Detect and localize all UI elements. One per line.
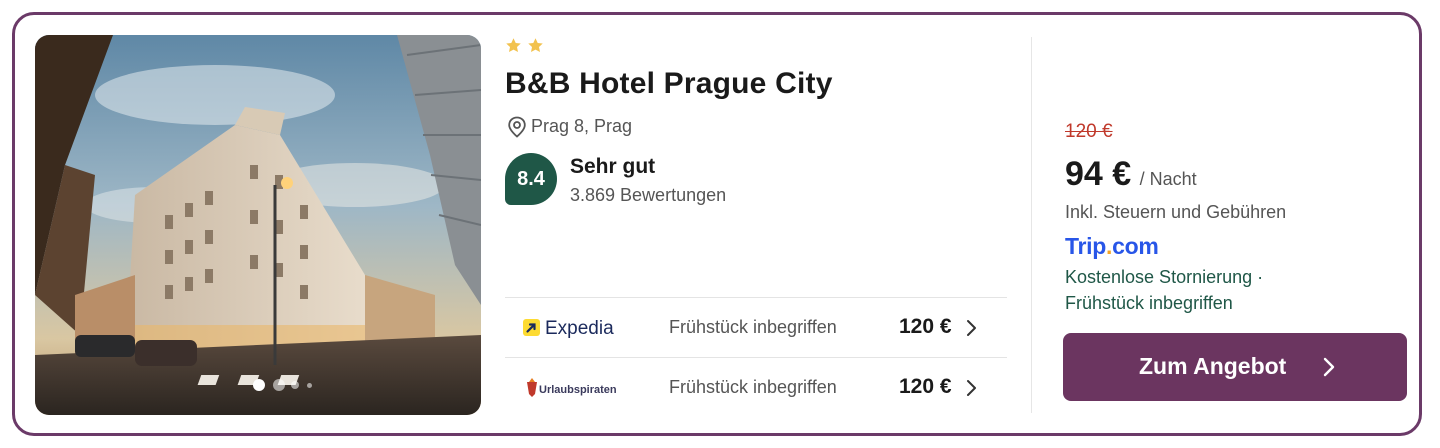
old-price: 120 € <box>1065 121 1113 142</box>
urlaubspiraten-logo-icon: Urlaubspiraten <box>527 378 617 397</box>
expedia-logo-icon: Expedia <box>523 318 614 339</box>
hotel-photo[interactable] <box>35 35 481 415</box>
deal-panel: 120 € 94 € / Nacht Inkl. Steuern und Geb… <box>1063 15 1407 435</box>
location-text: Prag 8, Prag <box>531 116 633 136</box>
view-deal-button[interactable]: Zum Angebot <box>1063 333 1407 401</box>
offer-price: 120 € <box>899 315 952 338</box>
offer-price: 120 € <box>899 375 952 398</box>
expedia-logo: Expedia <box>523 316 633 340</box>
urlaubspiraten-logo-text: Urlaubspiraten <box>539 384 617 396</box>
urlaubspiraten-logo: Urlaubspiraten <box>523 376 633 400</box>
carousel-dot[interactable] <box>291 381 299 389</box>
carousel-dot[interactable] <box>273 379 285 391</box>
star-icon <box>506 38 521 53</box>
column-divider <box>1031 37 1032 413</box>
price-value: 94 € <box>1065 155 1132 193</box>
location-pin-icon <box>508 116 526 138</box>
chevron-right-icon <box>967 320 976 336</box>
carousel-dot-active[interactable] <box>253 379 265 391</box>
hotel-name[interactable]: B&B Hotel Prague City <box>505 67 833 101</box>
carousel-dot[interactable] <box>307 382 312 388</box>
chevron-right-icon <box>1323 357 1335 377</box>
chevron-right-icon <box>967 380 976 396</box>
offer-row-urlaubspiraten[interactable]: Urlaubspiraten Frühstück inbegriffen 120… <box>505 357 1007 417</box>
price-note: Inkl. Steuern und Gebühren <box>1065 202 1287 222</box>
hotel-card[interactable]: B&B Hotel Prague City Prag 8, Prag 8.4 S… <box>12 12 1422 436</box>
provider-name: Trip <box>1065 233 1106 259</box>
offer-meal: Frühstück inbegriffen <box>669 377 837 397</box>
rating-label: Sehr gut <box>570 155 656 178</box>
hotel-photo-image <box>35 35 481 415</box>
perk-breakfast: Frühstück inbegriffen <box>1065 293 1233 313</box>
view-deal-label: Zum Angebot <box>1139 353 1287 379</box>
star-icon <box>528 38 543 53</box>
carousel-dots <box>35 379 481 393</box>
offer-row-expedia[interactable]: Expedia Frühstück inbegriffen 120 € <box>505 297 1007 357</box>
price-unit: / Nacht <box>1139 169 1197 189</box>
review-count[interactable]: 3.869 Bewertungen <box>570 185 726 206</box>
expedia-logo-text: Expedia <box>545 318 614 339</box>
current-price: 94 € / Nacht <box>1065 155 1197 194</box>
perk-free-cancellation: Kostenlose Stornierung · <box>1065 267 1264 287</box>
offer-meal: Frühstück inbegriffen <box>669 317 837 337</box>
deal-provider-logo: Trip.com <box>1065 233 1159 260</box>
provider-tld: com <box>1112 233 1159 259</box>
rating-score-badge: 8.4 <box>505 153 557 205</box>
